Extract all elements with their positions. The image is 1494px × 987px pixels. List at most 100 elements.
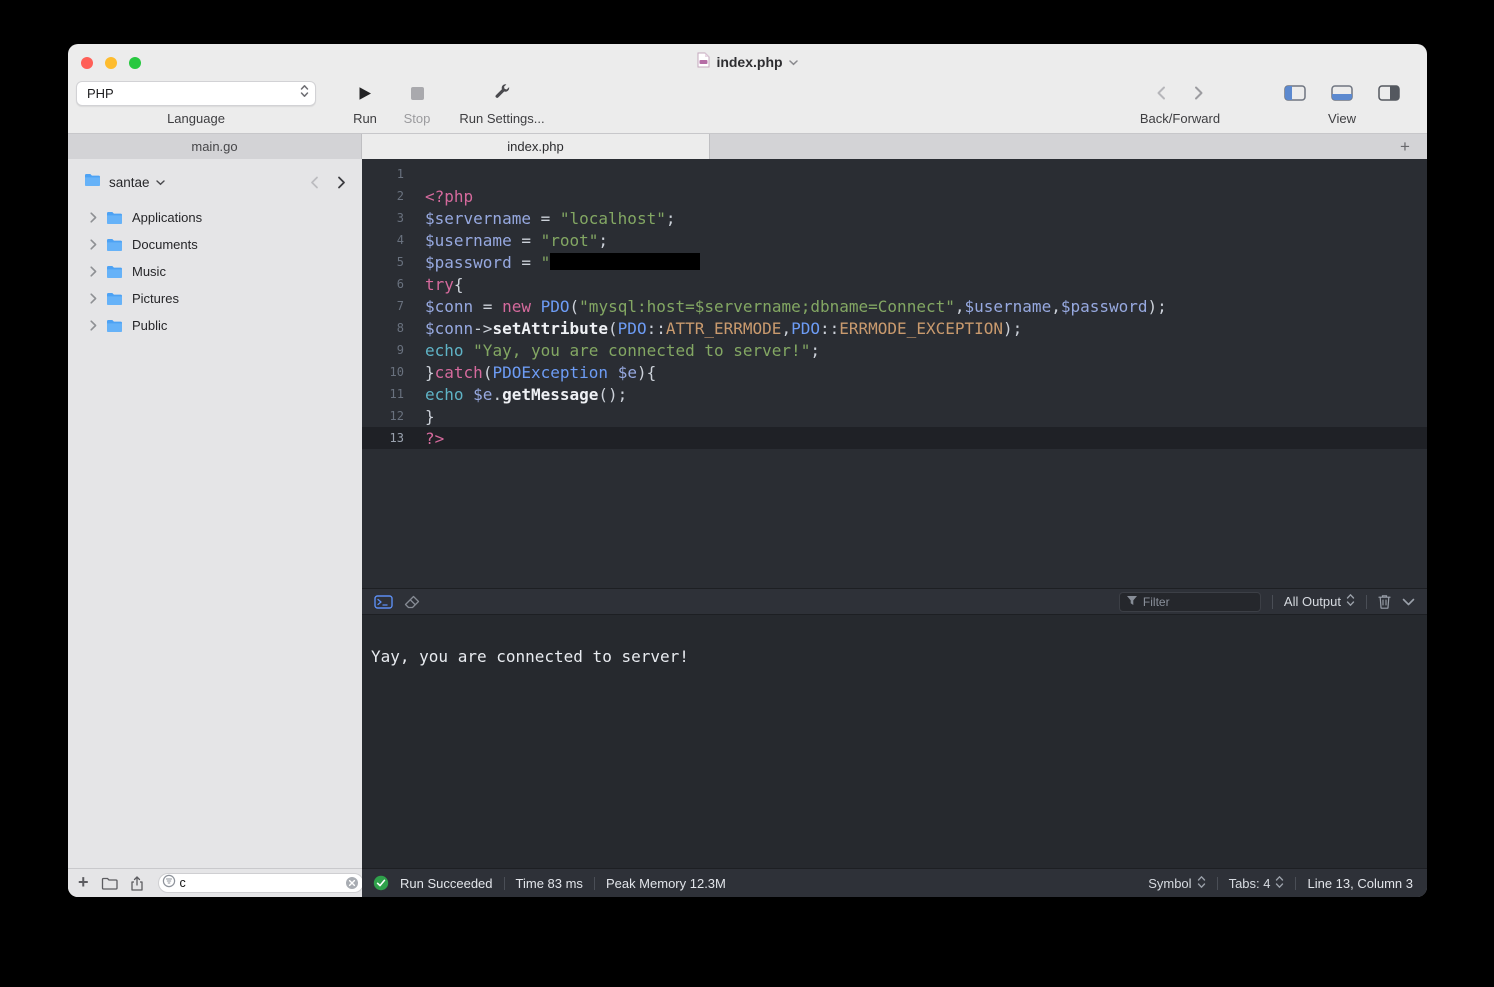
sidebar-item-documents[interactable]: Documents bbox=[68, 231, 362, 258]
window-title-group: index.php bbox=[68, 44, 1427, 80]
new-folder-button[interactable] bbox=[101, 877, 118, 890]
line-number: 12 bbox=[389, 409, 404, 423]
collapse-console-icon[interactable] bbox=[1402, 598, 1415, 606]
console-filter-field[interactable] bbox=[1118, 591, 1261, 612]
code-line-11[interactable]: 11 echo $e.getMessage(); bbox=[362, 383, 1427, 405]
code-line-4[interactable]: 4 $username = "root"; bbox=[362, 229, 1427, 251]
editor-column: 1 2 <?php 3 $servername = "localhost"; 4 $user… bbox=[362, 159, 1427, 897]
language-select[interactable]: PHP bbox=[76, 81, 316, 106]
line-number: 10 bbox=[389, 365, 404, 379]
code-line-8[interactable]: 8 $conn->setAttribute(PDO::ATTR_ERRMODE,P… bbox=[362, 317, 1427, 339]
root-folder-name[interactable]: santae bbox=[109, 175, 150, 190]
disclosure-chevron-icon[interactable] bbox=[90, 212, 97, 223]
line-number: 5 bbox=[396, 255, 404, 269]
sidebar-search-field[interactable] bbox=[157, 873, 364, 893]
root-chevron-down-icon[interactable] bbox=[155, 173, 165, 191]
code-lines: 1 2 <?php 3 $servername = "localhost"; 4 $user… bbox=[362, 163, 1427, 449]
filter-icon bbox=[162, 874, 176, 893]
status-bar: Run Succeeded Time 83 ms Peak Memory 12.… bbox=[362, 868, 1427, 897]
view-group: View bbox=[1275, 80, 1409, 126]
run-button[interactable] bbox=[358, 80, 372, 106]
stop-button[interactable] bbox=[410, 80, 424, 106]
disclosure-chevron-icon[interactable] bbox=[90, 320, 97, 331]
divider bbox=[593, 876, 595, 890]
code-line-7[interactable]: 7 $conn = new PDO("mysql:host=$servername… bbox=[362, 295, 1427, 317]
forward-button[interactable] bbox=[1194, 86, 1204, 100]
php-file-icon bbox=[697, 52, 710, 73]
run-label: Run bbox=[353, 111, 377, 126]
tab-bar: main.go index.php + bbox=[68, 133, 1427, 159]
export-button[interactable] bbox=[130, 875, 144, 891]
peak-memory-text: Peak Memory 12.3M bbox=[605, 875, 726, 891]
console-output-text: Yay, you are connected to server! bbox=[371, 647, 689, 666]
main-area: santae Applications Documents Music Picture… bbox=[68, 159, 1427, 897]
line-number: 1 bbox=[396, 167, 404, 181]
success-check-icon bbox=[373, 875, 389, 891]
sidebar-item-label: Public bbox=[132, 318, 168, 333]
sidebar-back-button[interactable] bbox=[310, 176, 319, 189]
symbol-label: Symbol bbox=[1148, 875, 1192, 891]
window-title: index.php bbox=[716, 54, 783, 70]
disclosure-chevron-icon[interactable] bbox=[90, 293, 97, 304]
console-filter-input[interactable] bbox=[1142, 594, 1254, 609]
sidebar-item-pictures[interactable]: Pictures bbox=[68, 285, 362, 312]
tab-main-go[interactable]: main.go bbox=[68, 134, 362, 159]
file-sidebar: santae Applications Documents Music Picture… bbox=[68, 159, 364, 897]
code-line-9[interactable]: 9 echo "Yay, you are connected to server!… bbox=[362, 339, 1427, 361]
divider bbox=[1216, 876, 1218, 890]
sidebar-item-label: Documents bbox=[132, 237, 198, 252]
code-line-5[interactable]: 5 $password = " bbox=[362, 251, 1427, 273]
add-file-button[interactable]: + bbox=[78, 873, 89, 891]
stepper-icon bbox=[1197, 875, 1206, 892]
run-settings-button[interactable] bbox=[494, 80, 510, 106]
run-group: Run bbox=[342, 80, 388, 126]
sidebar-search-input[interactable] bbox=[179, 876, 341, 890]
stop-group: Stop bbox=[394, 80, 440, 126]
new-tab-button[interactable]: + bbox=[1383, 134, 1427, 159]
code-line-12[interactable]: 12} bbox=[362, 405, 1427, 427]
code-line-2[interactable]: 2 <?php bbox=[362, 185, 1427, 207]
symbol-select[interactable]: Symbol bbox=[1148, 875, 1205, 892]
toggle-sidebar-panel-icon[interactable] bbox=[1284, 85, 1306, 101]
folder-icon bbox=[106, 211, 123, 224]
sidebar-item-label: Music bbox=[132, 264, 166, 279]
back-forward-label: Back/Forward bbox=[1139, 111, 1221, 126]
sidebar-item-applications[interactable]: Applications bbox=[68, 204, 362, 231]
sidebar-forward-button[interactable] bbox=[337, 176, 346, 189]
code-line-10[interactable]: 10}catch(PDOException $e){ bbox=[362, 361, 1427, 383]
run-status-text: Run Succeeded bbox=[400, 875, 493, 891]
disclosure-chevron-icon[interactable] bbox=[90, 239, 97, 250]
clear-console-icon[interactable] bbox=[404, 595, 420, 609]
code-line-3[interactable]: 3 $servername = "localhost"; bbox=[362, 207, 1427, 229]
console-output[interactable]: Yay, you are connected to server! bbox=[362, 615, 1427, 868]
output-mode-select[interactable]: All Output bbox=[1284, 593, 1355, 610]
clear-search-icon[interactable] bbox=[345, 876, 359, 890]
tabs-size-select[interactable]: Tabs: 4 bbox=[1229, 875, 1285, 892]
code-line-1[interactable]: 1 bbox=[362, 163, 1427, 185]
sidebar-item-public[interactable]: Public bbox=[68, 312, 362, 339]
cursor-position-text: Line 13, Column 3 bbox=[1307, 875, 1413, 891]
output-mode-label: All Output bbox=[1283, 594, 1341, 609]
run-time-text: Time 83 ms bbox=[515, 875, 583, 891]
stepper-icon bbox=[1275, 875, 1284, 892]
code-line-6[interactable]: 6 try{ bbox=[362, 273, 1427, 295]
title-chevron-down-icon[interactable] bbox=[788, 53, 798, 71]
trash-icon[interactable] bbox=[1378, 594, 1391, 609]
language-select-value: PHP bbox=[87, 86, 114, 101]
redacted-password bbox=[550, 252, 701, 270]
tab-index-php[interactable]: index.php bbox=[362, 134, 710, 159]
toggle-editor-panel-icon[interactable] bbox=[1378, 85, 1400, 101]
code-editor[interactable]: 1 2 <?php 3 $servername = "localhost"; 4 $user… bbox=[362, 159, 1427, 588]
code-line-13[interactable]: 13 ?> bbox=[362, 427, 1427, 449]
file-tree: Applications Documents Music Pictures Public bbox=[68, 197, 362, 868]
console-toolbar: All Output bbox=[362, 588, 1427, 615]
line-number: 6 bbox=[396, 277, 404, 291]
sidebar-item-music[interactable]: Music bbox=[68, 258, 362, 285]
back-button[interactable] bbox=[1156, 86, 1166, 100]
console-icon[interactable] bbox=[374, 594, 393, 609]
disclosure-chevron-icon[interactable] bbox=[90, 266, 97, 277]
sidebar-header: santae bbox=[68, 159, 362, 197]
divider bbox=[1295, 876, 1297, 890]
line-number: 11 bbox=[389, 387, 404, 401]
toggle-console-panel-icon[interactable] bbox=[1331, 85, 1353, 101]
